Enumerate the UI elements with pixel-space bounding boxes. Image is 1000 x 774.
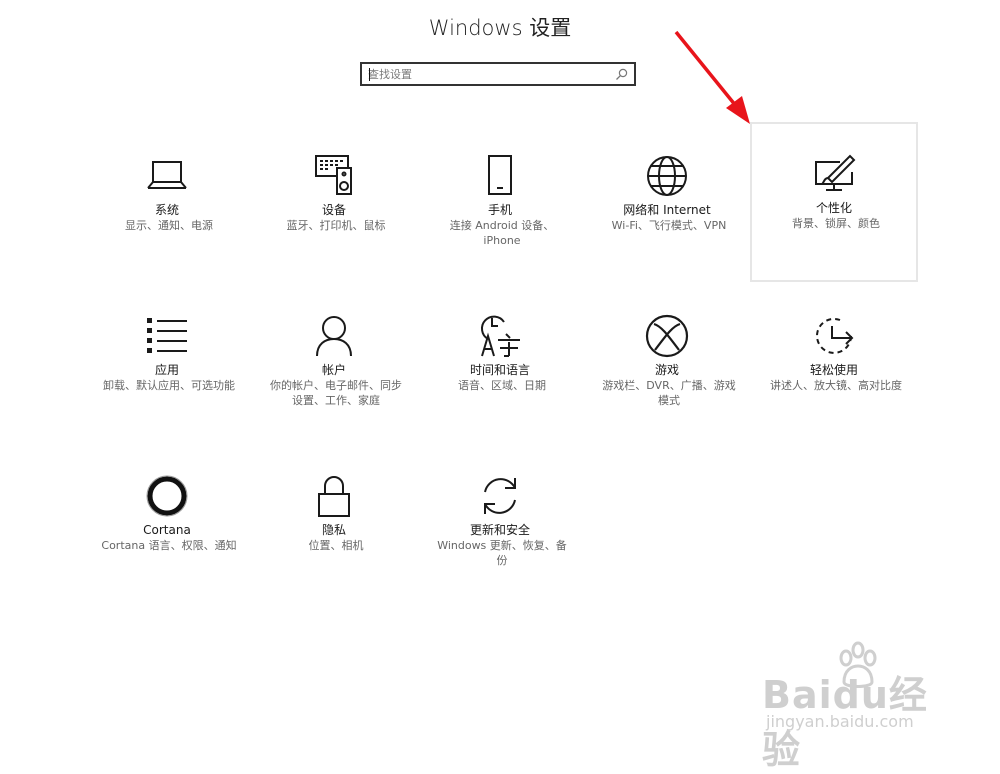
- tile-update-security[interactable]: 更新和安全 Windows 更新、恢复、备份: [416, 444, 584, 604]
- tile-time-language[interactable]: 时间和语言 语音、区域、日期: [416, 284, 584, 444]
- tile-devices[interactable]: 设备 蓝牙、打印机、鼠标: [250, 124, 418, 284]
- tile-desc: 你的帐户、电子邮件、同步设置、工作、家庭: [270, 379, 402, 407]
- tile-accounts[interactable]: 帐户 你的帐户、电子邮件、同步设置、工作、家庭: [250, 284, 418, 444]
- tile-name: 应用: [154, 363, 179, 377]
- tile-desc: 游戏栏、DVR、广播、游戏模式: [602, 379, 736, 407]
- person-icon: [310, 312, 358, 360]
- globe-icon: [643, 152, 691, 200]
- watermark-url: jingyan.baidu.com: [766, 712, 914, 731]
- tile-name: 帐户: [321, 363, 346, 377]
- tile-phone[interactable]: 手机 连接 Android 设备、iPhone: [416, 124, 584, 284]
- tile-name: 系统: [154, 203, 179, 217]
- tile-apps[interactable]: 应用 卸载、默认应用、可选功能: [83, 284, 251, 444]
- tile-name: 个性化: [815, 201, 852, 215]
- xbox-icon: [643, 312, 691, 360]
- time-language-icon: [476, 312, 524, 360]
- tile-privacy[interactable]: 隐私 位置、相机: [250, 444, 418, 604]
- tile-gaming[interactable]: 游戏 游戏栏、DVR、广播、游戏模式: [583, 284, 751, 444]
- tile-desc: 显示、通知、电源: [125, 219, 213, 232]
- tile-name: 设备: [321, 203, 346, 217]
- tile-name: 轻松使用: [809, 363, 858, 377]
- tile-desc: 语音、区域、日期: [458, 379, 546, 392]
- tile-name: 游戏: [654, 363, 679, 377]
- sync-icon: [476, 472, 524, 520]
- search-box[interactable]: [360, 62, 636, 86]
- text-caret: [369, 68, 370, 81]
- ease-of-access-icon: [810, 312, 858, 360]
- cortana-ring-icon: [143, 472, 191, 520]
- tile-system[interactable]: 系统 显示、通知、电源: [83, 124, 251, 284]
- app-list-icon: [143, 312, 191, 360]
- tile-desc: Cortana 语言、权限、通知: [101, 539, 237, 552]
- tile-name: 网络和 Internet: [623, 203, 711, 217]
- tile-desc: 背景、锁屏、颜色: [792, 217, 880, 230]
- tile-name: 更新和安全: [469, 523, 530, 537]
- tile-desc: 蓝牙、打印机、鼠标: [286, 219, 386, 232]
- tile-desc: 卸载、默认应用、可选功能: [103, 379, 235, 392]
- search-icon[interactable]: [615, 68, 628, 81]
- tile-name: 手机: [487, 203, 512, 217]
- tile-name: 时间和语言: [469, 363, 530, 377]
- annotation-arrow: [674, 30, 750, 124]
- keyboard-speaker-icon: [310, 152, 358, 200]
- tile-name: Cortana: [143, 523, 191, 537]
- tile-personalization[interactable]: 个性化 背景、锁屏、颜色: [750, 122, 918, 282]
- tile-ease-of-access[interactable]: 轻松使用 讲述人、放大镜、高对比度: [750, 284, 918, 444]
- lock-icon: [310, 472, 358, 520]
- search-input[interactable]: [368, 66, 608, 82]
- tile-desc: 连接 Android 设备、iPhone: [449, 219, 555, 247]
- tile-desc: 位置、相机: [308, 539, 364, 552]
- tile-desc: 讲述人、放大镜、高对比度: [770, 379, 902, 392]
- tile-name: 隐私: [321, 523, 346, 537]
- page-title: Windows 设置: [428, 16, 572, 40]
- phone-icon: [476, 152, 524, 200]
- tile-desc: Wi-Fi、飞行模式、VPN: [611, 219, 727, 232]
- paint-monitor-icon: [810, 150, 858, 198]
- baidu-watermark: Baidu经验 jingyan.baidu.com: [762, 640, 962, 772]
- tile-desc: Windows 更新、恢复、备份: [437, 539, 567, 567]
- tile-network[interactable]: 网络和 Internet Wi-Fi、飞行模式、VPN: [583, 124, 751, 284]
- tile-cortana[interactable]: Cortana Cortana 语言、权限、通知: [83, 444, 251, 604]
- laptop-icon: [143, 152, 191, 200]
